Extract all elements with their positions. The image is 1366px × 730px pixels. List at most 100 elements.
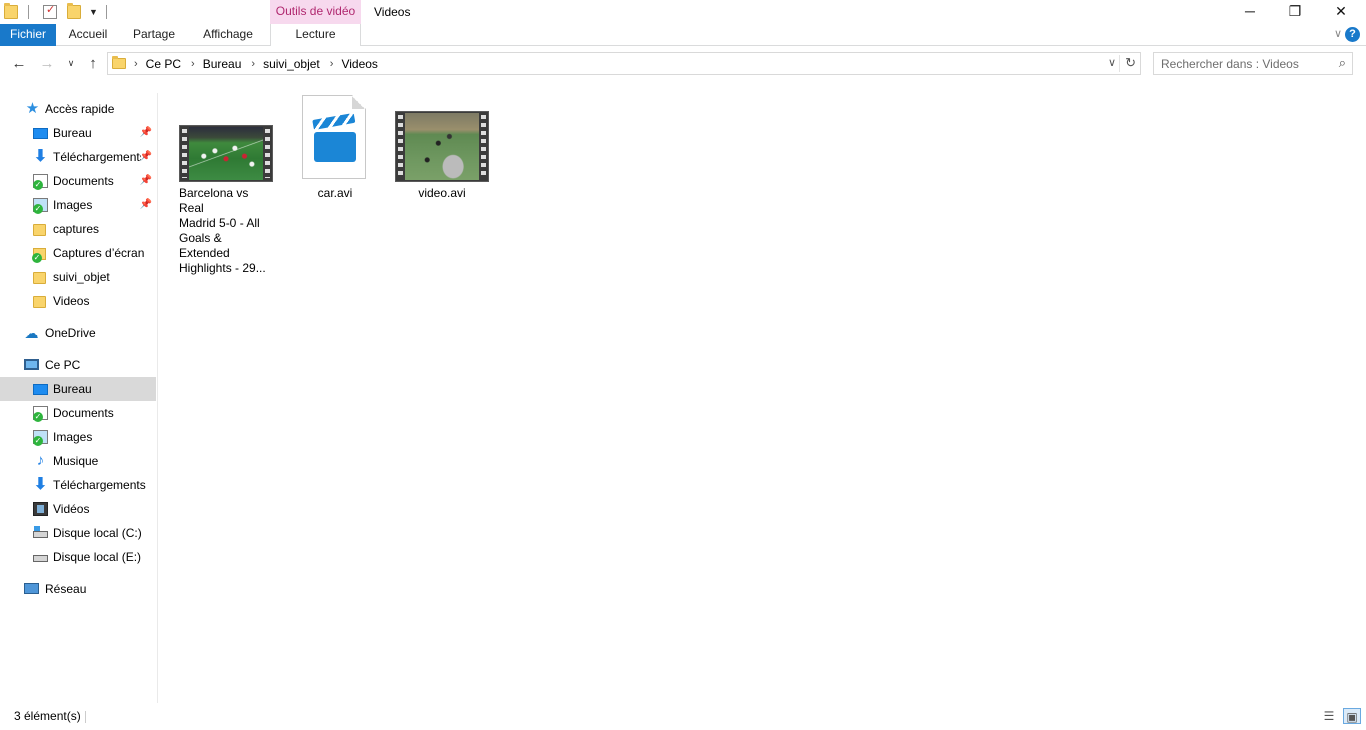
computer-icon [24, 359, 39, 370]
search-input[interactable] [1154, 53, 1329, 74]
address-bar[interactable]: › Ce PC › Bureau › suivi_objet › Videos … [107, 52, 1141, 75]
title-bar: ✓ ▼ Outils de vidéo Videos ─ ❐ ✕ [0, 0, 1366, 24]
customize-toolbar-icon[interactable]: ▼ [89, 7, 98, 17]
chevron-right-icon[interactable]: › [134, 58, 138, 70]
nav-pc-telechargements[interactable]: ⬇ Téléchargements [0, 473, 156, 497]
pin-icon[interactable]: 📌 [140, 145, 152, 169]
tab-accueil[interactable]: Accueil [56, 24, 120, 46]
drive-icon [33, 555, 48, 562]
nav-pc-musique[interactable]: ♪ Musique [0, 449, 156, 473]
videos-icon [33, 502, 48, 516]
folder-icon [4, 3, 18, 19]
nav-label: Captures d’écran [53, 246, 145, 260]
breadcrumb-bureau[interactable]: Bureau [203, 57, 242, 71]
clapperboard-icon [314, 132, 356, 162]
nav-quick-captures[interactable]: captures [0, 217, 156, 241]
file-name: Barcelona vs Real Madrid 5-0 - All Goals… [179, 186, 275, 276]
tab-fichier[interactable]: Fichier [0, 24, 56, 46]
nav-label: Ce PC [45, 358, 81, 372]
back-arrow-icon[interactable]: ← [10, 55, 28, 72]
network-icon [24, 583, 39, 594]
nav-label: Vidéos [53, 502, 90, 516]
file-name-line: Highlights - 29... [179, 261, 266, 275]
video-tools-header: Outils de vidéo [270, 0, 361, 24]
help-icon[interactable]: ? [1345, 27, 1360, 42]
chevron-right-icon[interactable]: › [191, 58, 195, 70]
pin-icon[interactable]: 📌 [140, 193, 152, 217]
nav-quick-access[interactable]: ★ Accès rapide [0, 97, 156, 121]
nav-label: Réseau [45, 582, 87, 596]
file-item[interactable]: Barcelona vs Real Madrid 5-0 - All Goals… [177, 95, 277, 275]
nav-pc-disque-e[interactable]: Disque local (E:) [0, 545, 156, 569]
nav-quick-images[interactable]: Images 📌 [0, 193, 156, 217]
toolbar-separator [105, 5, 107, 19]
chevron-right-icon[interactable]: › [330, 58, 334, 70]
file-name-line: car.avi [317, 186, 353, 200]
nav-label: Bureau [53, 382, 92, 396]
expand-ribbon-icon[interactable]: ∨ [1334, 27, 1342, 40]
nav-pc-bureau[interactable]: Bureau [0, 377, 156, 401]
pictures-icon [33, 198, 48, 214]
details-view-icon[interactable]: ☰ [1320, 708, 1338, 724]
nav-reseau[interactable]: Réseau [0, 577, 156, 601]
chevron-right-icon[interactable]: › [251, 58, 255, 70]
properties-icon[interactable]: ✓ [43, 4, 57, 19]
video-thumbnail [179, 125, 273, 182]
nav-pc-documents[interactable]: Documents [0, 401, 156, 425]
nav-label: Videos [53, 294, 90, 308]
nav-label: Musique [53, 454, 99, 468]
film-strip-edge [182, 129, 187, 178]
nav-pc-disque-c[interactable]: Disque local (C:) [0, 521, 156, 545]
breadcrumb-suivi-objet[interactable]: suivi_objet [263, 57, 320, 71]
pin-icon[interactable]: 📌 [140, 121, 152, 145]
breadcrumb-ce-pc[interactable]: Ce PC [146, 57, 181, 71]
address-dropdown-icon[interactable]: ∨ [1108, 56, 1116, 69]
search-icon[interactable]: ⌕ [1339, 55, 1346, 71]
restore-button[interactable]: ❐ [1272, 0, 1318, 24]
nav-quick-telechargements[interactable]: ⬇ Téléchargements 📌 [0, 145, 156, 169]
tab-partage[interactable]: Partage [122, 24, 186, 46]
nav-quick-videos[interactable]: Videos [0, 289, 156, 313]
pin-icon[interactable]: 📌 [140, 169, 152, 193]
refresh-icon[interactable]: ↻ [1125, 55, 1136, 71]
film-strip-edge [481, 115, 486, 178]
file-item[interactable]: video.avi [393, 95, 491, 205]
tab-lecture[interactable]: Lecture [270, 24, 361, 46]
close-button[interactable]: ✕ [1318, 0, 1364, 24]
clapperboard-icon [312, 112, 356, 130]
divider [1119, 55, 1120, 72]
recent-locations-icon[interactable]: ∨ [62, 58, 80, 69]
nav-pc-videos[interactable]: Vidéos [0, 497, 156, 521]
desktop-icon [33, 128, 48, 139]
search-box[interactable]: ⌕ [1153, 52, 1353, 75]
nav-label: Disque local (C:) [53, 526, 142, 540]
nav-label: Documents [53, 174, 114, 188]
nav-onedrive[interactable]: ☁ OneDrive [0, 321, 156, 345]
folder-icon [32, 248, 46, 263]
breadcrumb-videos[interactable]: Videos [341, 57, 377, 71]
new-folder-icon[interactable] [67, 3, 81, 19]
forward-arrow-icon[interactable]: → [38, 55, 56, 72]
divider [85, 711, 86, 723]
minimize-button[interactable]: ─ [1227, 0, 1273, 24]
film-strip-edge [265, 129, 270, 178]
video-frame [189, 127, 263, 180]
large-icons-view-icon[interactable]: ▣ [1343, 708, 1361, 724]
nav-pc-images[interactable]: Images [0, 425, 156, 449]
nav-ce-pc[interactable]: Ce PC [0, 353, 156, 377]
download-icon: ⬇ [33, 148, 48, 165]
up-arrow-icon[interactable]: ↑ [84, 55, 102, 72]
video-thumbnail [395, 111, 489, 182]
nav-label: Disque local (E:) [53, 550, 142, 564]
nav-quick-documents[interactable]: Documents 📌 [0, 169, 156, 193]
file-item[interactable]: car.avi [297, 95, 373, 205]
nav-quick-bureau[interactable]: Bureau 📌 [0, 121, 156, 145]
nav-label: Images [53, 198, 93, 212]
file-name: car.avi [297, 186, 373, 201]
navigation-pane: ★ Accès rapide Bureau 📌 ⬇ Téléchargement… [0, 93, 158, 703]
tab-affichage[interactable]: Affichage [192, 24, 264, 46]
nav-quick-suivi-objet[interactable]: suivi_objet [0, 265, 156, 289]
nav-quick-captures-ecran[interactable]: Captures d’écran [0, 241, 156, 265]
status-bar: 3 élément(s) ☰ ▣ [0, 703, 1366, 730]
breadcrumb: › Ce PC › Bureau › suivi_objet › Videos [132, 53, 386, 74]
